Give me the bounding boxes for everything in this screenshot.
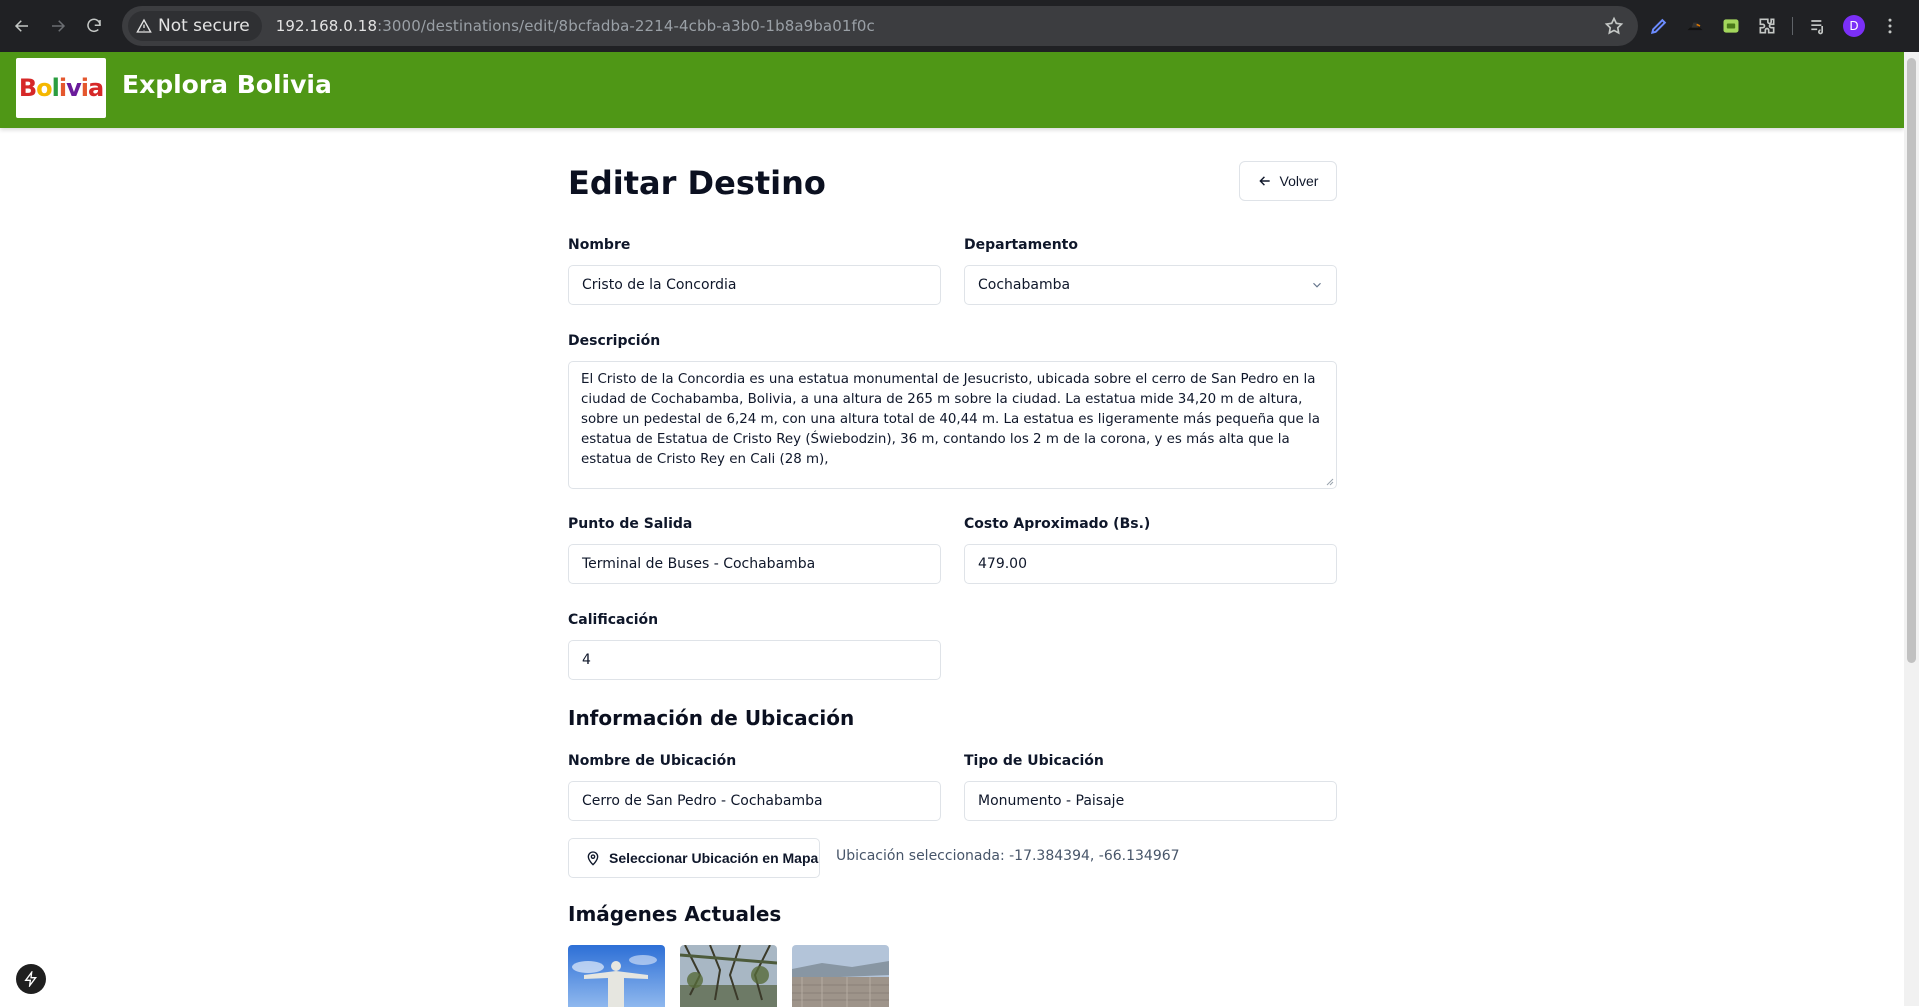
- warning-triangle-icon: [136, 18, 152, 33]
- back-button-label: Volver: [1279, 173, 1319, 189]
- descripcion-text: El Cristo de la Concordia es una estatua…: [581, 372, 1320, 467]
- address-bar[interactable]: Not secure 192.168.0.18:3000/destination…: [122, 6, 1638, 46]
- punto-salida-input[interactable]: Terminal de Buses - Cochabamba: [568, 544, 941, 584]
- media-queue-icon[interactable]: [1807, 15, 1829, 37]
- selected-location-text: Ubicación seleccionada: -17.384394, -66.…: [836, 848, 1180, 864]
- menu-kebab-icon[interactable]: [1879, 15, 1901, 37]
- brand-title[interactable]: Explora Bolivia: [122, 70, 332, 99]
- green-extension-icon[interactable]: [1720, 15, 1742, 37]
- map-pin-icon: [587, 851, 599, 866]
- select-location-map-label: Seleccionar Ubicación en Mapa: [609, 850, 819, 866]
- costo-input[interactable]: 479.00: [964, 544, 1337, 584]
- app-header: Bolivia Explora Bolivia: [0, 52, 1904, 128]
- security-label: Not secure: [158, 16, 250, 36]
- profile-avatar[interactable]: D: [1843, 15, 1865, 37]
- back-arrow-icon[interactable]: [4, 8, 40, 44]
- url-path: :3000/destinations/edit/8bcfadba-2214-4c…: [377, 17, 875, 35]
- ubicacion-nombre-input[interactable]: Cerro de San Pedro - Cochabamba: [568, 781, 941, 821]
- punto-salida-label: Punto de Salida: [568, 516, 693, 532]
- back-button[interactable]: Volver: [1239, 161, 1337, 201]
- forward-arrow-icon[interactable]: [40, 8, 76, 44]
- calificacion-label: Calificación: [568, 612, 659, 628]
- floating-bolt-button[interactable]: [16, 964, 46, 994]
- imagenes-section-title: Imágenes Actuales: [568, 902, 782, 926]
- departamento-label: Departamento: [964, 237, 1078, 253]
- bookmark-star-icon[interactable]: [1604, 16, 1624, 36]
- ubicacion-tipo-input[interactable]: Monumento - Paisaje: [964, 781, 1337, 821]
- select-location-map-button[interactable]: Seleccionar Ubicación en Mapa: [568, 838, 820, 878]
- chevron-down-icon: [1313, 282, 1321, 288]
- image-thumbnail-trees[interactable]: [680, 945, 777, 1007]
- nombre-label: Nombre: [568, 237, 631, 253]
- page-scrollbar[interactable]: [1904, 52, 1919, 1006]
- url-host: 192.168.0.18: [275, 17, 378, 35]
- image-thumbnail-city[interactable]: [792, 945, 889, 1007]
- costo-label: Costo Aproximado (Bs.): [964, 516, 1151, 532]
- toolbar-separator: [1792, 17, 1793, 35]
- calificacion-input[interactable]: 4: [568, 640, 941, 680]
- scrollbar-thumb[interactable]: [1907, 58, 1916, 663]
- ubicacion-tipo-label: Tipo de Ubicación: [964, 753, 1104, 769]
- arrow-left-icon: [1258, 176, 1270, 186]
- resize-handle-icon[interactable]: [1326, 478, 1334, 486]
- image-thumbnail-cristo[interactable]: [568, 945, 665, 1007]
- departamento-select[interactable]: Cochabamba: [964, 265, 1337, 305]
- bolivia-logo[interactable]: Bolivia: [16, 58, 106, 118]
- descripcion-textarea[interactable]: El Cristo de la Concordia es una estatua…: [568, 361, 1337, 489]
- url-text[interactable]: 192.168.0.18:3000/destinations/edit/8bcf…: [276, 17, 875, 35]
- lightning-bolt-icon: [24, 971, 37, 987]
- security-indicator[interactable]: Not secure: [128, 11, 262, 41]
- ubicacion-nombre-label: Nombre de Ubicación: [568, 753, 737, 769]
- descripcion-label: Descripción: [568, 333, 661, 349]
- reload-icon[interactable]: [76, 8, 112, 44]
- puzzle-extensions-icon[interactable]: [1756, 15, 1778, 37]
- nombre-input[interactable]: Cristo de la Concordia: [568, 265, 941, 305]
- hat-extension-icon[interactable]: [1684, 15, 1706, 37]
- pen-extension-icon[interactable]: [1648, 15, 1670, 37]
- extensions-area: D: [1648, 10, 1901, 42]
- departamento-value: Cochabamba: [978, 277, 1071, 293]
- ubicacion-section-title: Información de Ubicación: [568, 706, 855, 730]
- browser-toolbar: Not secure 192.168.0.18:3000/destination…: [0, 0, 1919, 52]
- page-title: Editar Destino: [568, 164, 826, 202]
